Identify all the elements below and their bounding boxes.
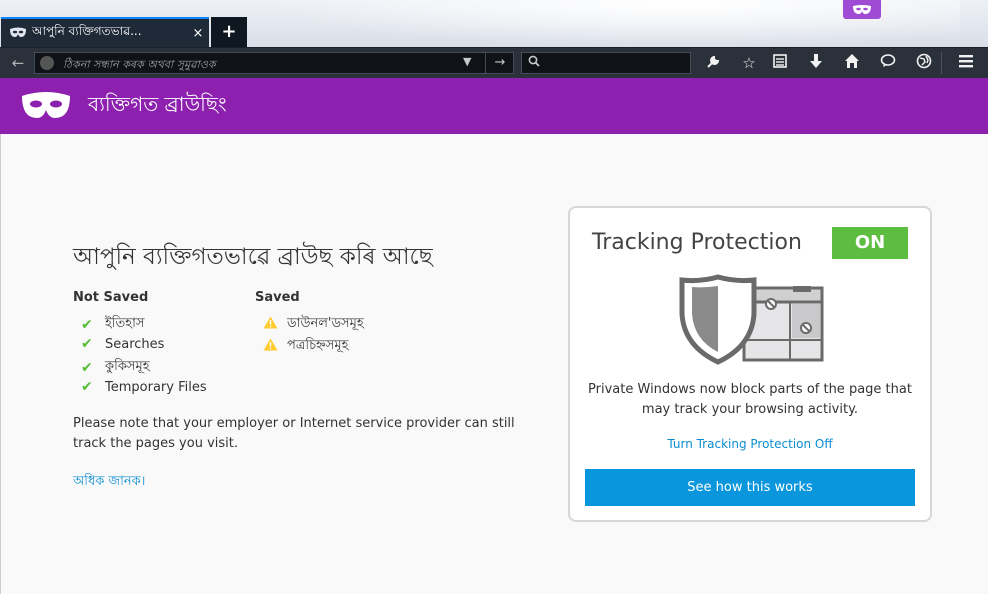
tab-title: আপুনি ব্যক্তিগতভাৱ... <box>32 24 142 38</box>
wrench-icon[interactable] <box>703 53 725 73</box>
tracking-protection-card: Tracking Protection ON Private Windows n… <box>568 206 932 522</box>
search-input[interactable] <box>546 53 690 75</box>
learn-more-link[interactable]: অধিক জানক। <box>73 472 145 493</box>
check-icon: ✔ <box>81 316 93 333</box>
not-saved-item: ✔ কুকিসমূহ <box>81 357 150 378</box>
private-mask-icon <box>22 92 70 118</box>
site-identity-icon[interactable] <box>40 56 54 70</box>
see-how-button[interactable]: See how this works <box>585 469 915 506</box>
not-saved-item-label: Searches <box>105 336 165 352</box>
not-saved-item-label: ইতিহাস <box>105 316 145 331</box>
saved-item-label: পত্ৰচিহ্নসমূহ <box>287 338 349 353</box>
check-icon: ✔ <box>81 359 93 376</box>
tracking-shield-illustration <box>679 274 824 365</box>
reader-icon[interactable] <box>769 53 791 73</box>
private-window-badge <box>843 0 881 19</box>
tracking-note: Please note that your employer or Intern… <box>73 416 515 451</box>
saved-item: ডাউনল'ডসমূহ <box>263 314 364 335</box>
chat-icon[interactable] <box>877 53 899 73</box>
page-title: আপুনি ব্যক্তিগতভাৱে ব্ৰাউছ কৰি আছে <box>73 244 433 270</box>
navigation-toolbar: ← ▼ → ☆ <box>0 47 988 78</box>
private-mask-icon <box>10 27 26 37</box>
download-icon[interactable] <box>805 53 827 73</box>
check-icon: ✔ <box>81 379 93 395</box>
private-mask-icon <box>853 4 871 14</box>
tracking-protection-toggle[interactable]: ON <box>832 227 908 259</box>
go-arrow-icon[interactable]: → <box>485 53 514 73</box>
tracking-protection-description: Private Windows now block parts of the p… <box>588 382 912 417</box>
toolbar-separator <box>941 52 942 74</box>
globe-icon[interactable] <box>913 53 935 73</box>
warning-icon <box>263 316 287 333</box>
saved-item-label: ডাউনল'ডসমূহ <box>287 316 364 331</box>
star-icon[interactable]: ☆ <box>738 53 760 73</box>
tab-close-icon[interactable]: × <box>187 26 209 41</box>
page-content: আপুনি ব্যক্তিগতভাৱে ব্ৰাউছ কৰি আছে Not S… <box>0 134 988 594</box>
saved-item: পত্ৰচিহ্নসমূহ <box>263 336 348 357</box>
private-browsing-title: ব্যক্তিগত ব্ৰাউছিং <box>88 91 227 116</box>
not-saved-heading: Not Saved <box>73 290 149 305</box>
url-bar[interactable]: ▼ → <box>34 52 514 75</box>
warning-icon <box>263 338 287 355</box>
not-saved-item: ✔ Searches <box>81 336 164 352</box>
search-icon <box>528 55 540 70</box>
menu-icon[interactable] <box>955 53 977 73</box>
home-icon[interactable] <box>841 53 863 73</box>
url-input[interactable] <box>61 53 465 75</box>
search-bar[interactable] <box>521 52 691 75</box>
not-saved-item: ✔ Temporary Files <box>81 379 207 395</box>
saved-heading: Saved <box>255 290 300 305</box>
turn-off-tracking-link[interactable]: Turn Tracking Protection Off <box>580 437 920 451</box>
not-saved-item-label: Temporary Files <box>105 379 207 395</box>
tracking-protection-title: Tracking Protection <box>592 230 802 255</box>
not-saved-item-label: কুকিসমূহ <box>105 359 150 374</box>
tab-private-browsing[interactable]: আপুনি ব্যক্তিগতভাৱ... × <box>1 17 209 47</box>
history-dropdown-icon[interactable]: ▼ <box>463 55 471 68</box>
new-tab-button[interactable]: + <box>211 17 247 47</box>
back-icon[interactable]: ← <box>8 54 28 72</box>
not-saved-item: ✔ ইতিহাস <box>81 314 144 335</box>
private-browsing-header: ব্যক্তিগত ব্ৰাউছিং <box>0 78 988 134</box>
check-icon: ✔ <box>81 336 93 352</box>
